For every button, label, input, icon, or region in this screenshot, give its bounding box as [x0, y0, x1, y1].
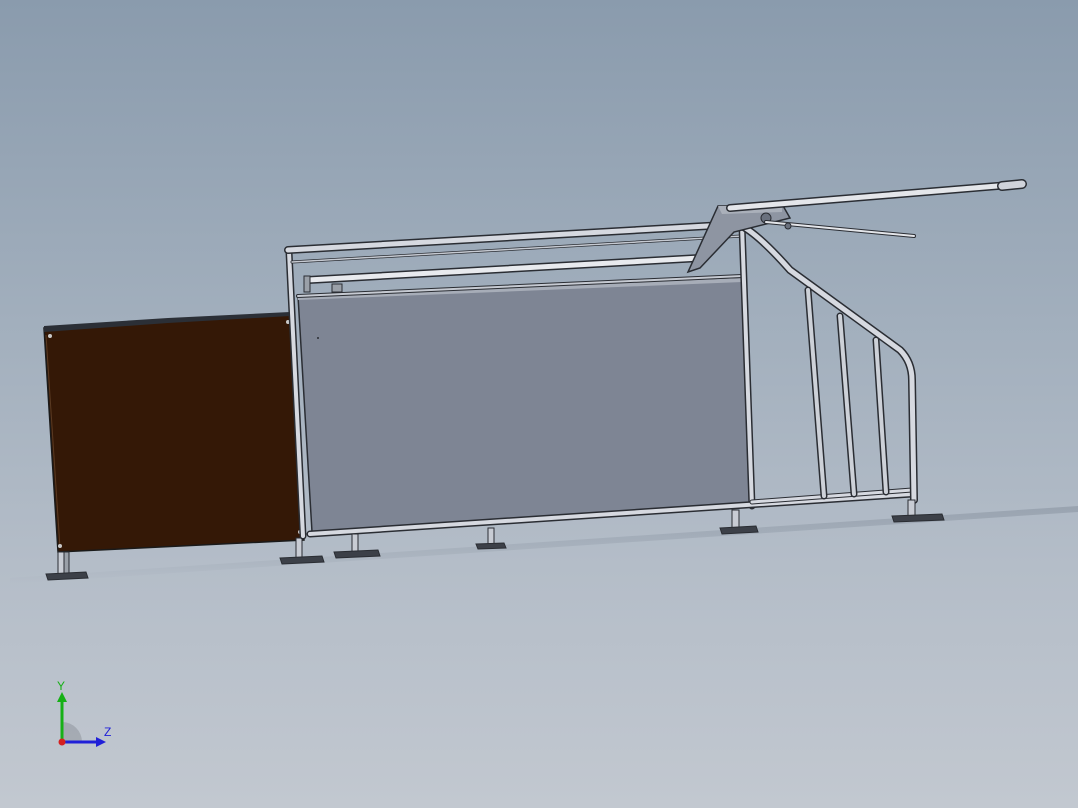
x-axis-dot [58, 738, 66, 746]
brown-side-panel[interactable] [43, 312, 305, 553]
z-axis-label: Z [104, 725, 111, 739]
view-triad[interactable]: Y Z [40, 679, 130, 760]
y-axis-label: Y [57, 680, 65, 693]
axis-triad-graphic: Y Z [57, 679, 111, 747]
sow-crate-model[interactable] [0, 0, 1078, 808]
cad-viewport[interactable]: Y Z [0, 0, 1078, 808]
grey-side-panel[interactable] [297, 277, 753, 533]
